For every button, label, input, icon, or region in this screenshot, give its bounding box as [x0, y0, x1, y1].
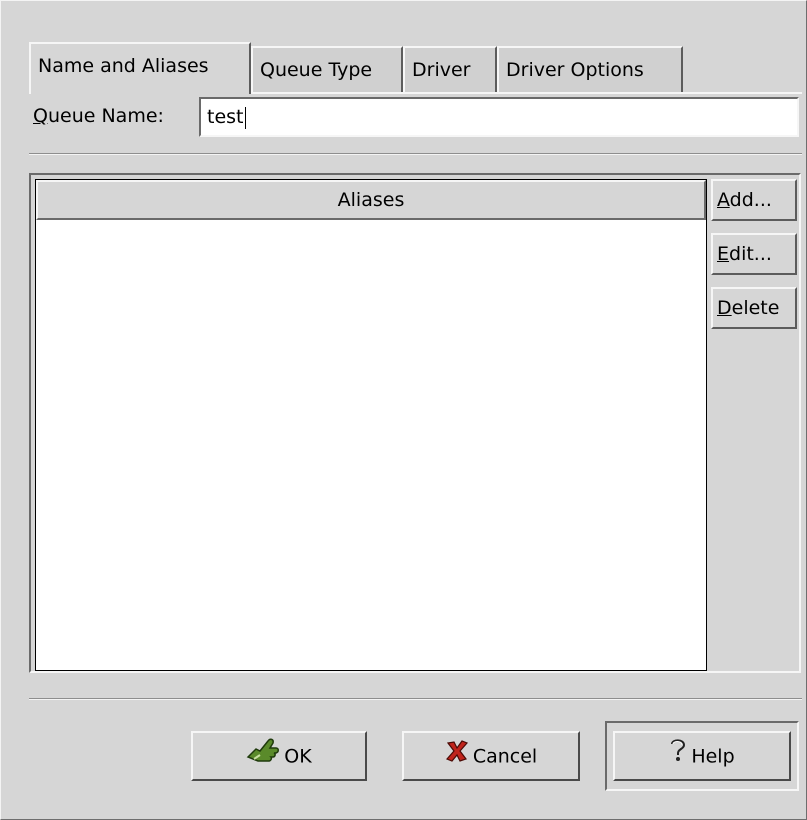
button-label: dd...	[729, 189, 772, 211]
aliases-list[interactable]: Aliases	[35, 179, 707, 671]
queue-name-value: test	[207, 106, 244, 128]
tab-name-and-aliases[interactable]: Name and Aliases	[29, 42, 251, 94]
button-label: dit...	[729, 243, 772, 265]
queue-name-input[interactable]: test	[199, 97, 799, 137]
add-button[interactable]: Add...	[711, 179, 797, 221]
mnemonic-char: A	[717, 189, 730, 211]
help-button[interactable]: Help	[613, 731, 791, 781]
edit-queue-dialog: Name and Aliases Queue Type Driver Drive…	[0, 0, 807, 820]
aliases-header-label: Aliases	[337, 189, 405, 211]
separator	[29, 153, 802, 155]
help-question-icon	[669, 734, 687, 780]
cancel-label: Cancel	[472, 745, 538, 768]
label-text: ueue Name:	[47, 105, 164, 127]
cancel-x-icon	[445, 734, 469, 780]
tab-queue-type[interactable]: Queue Type	[251, 46, 403, 92]
help-label: Help	[691, 745, 735, 768]
tab-driver-options[interactable]: Driver Options	[497, 46, 683, 92]
aliases-column-header[interactable]: Aliases	[36, 180, 706, 220]
queue-name-label: Queue Name:	[33, 101, 164, 131]
edit-button[interactable]: Edit...	[711, 233, 797, 275]
mnemonic-char: E	[717, 243, 730, 265]
aliases-panel: Aliases Add... Edit... Delete	[29, 173, 801, 673]
button-label: elete	[731, 297, 780, 319]
ok-button[interactable]: OK	[191, 731, 367, 781]
cancel-button[interactable]: Cancel	[402, 731, 580, 781]
ok-hand-icon	[246, 734, 280, 780]
tab-label: Name and Aliases	[38, 55, 209, 77]
tab-label: Driver	[412, 59, 471, 81]
ok-label: OK	[284, 745, 312, 768]
tab-driver[interactable]: Driver	[403, 46, 497, 92]
separator	[29, 698, 802, 700]
tab-label: Driver Options	[506, 59, 644, 81]
mnemonic-char: Q	[33, 105, 48, 127]
tab-label: Queue Type	[260, 59, 373, 81]
text-caret	[244, 106, 246, 129]
delete-button[interactable]: Delete	[711, 287, 797, 329]
mnemonic-char: D	[717, 297, 732, 319]
